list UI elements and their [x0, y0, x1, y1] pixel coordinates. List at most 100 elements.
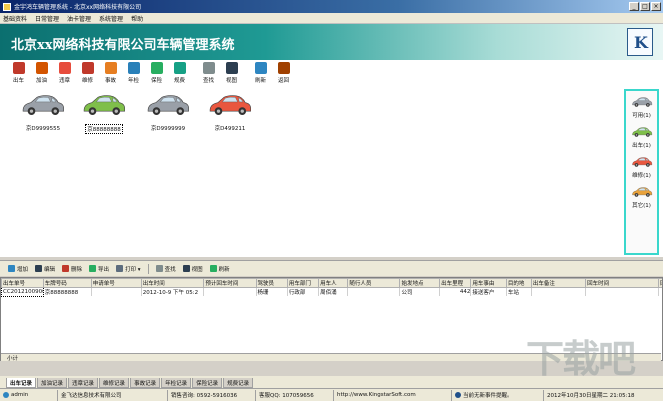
car-icon — [20, 92, 66, 120]
record-tab[interactable]: 出车记录 — [6, 378, 37, 388]
toolbar-button-4[interactable]: 事故 — [99, 60, 122, 86]
status-company: 金飞达信息技术有限公司 — [58, 389, 168, 401]
record-toolbar-button-1[interactable]: 编辑 — [33, 265, 57, 273]
vehicle-icon-area: 京D9999555 京88888888 京D9999999 京D499211 — [0, 87, 622, 255]
column-header[interactable]: 申请单号 — [90, 278, 142, 288]
record-toolbar-label: 视图 — [191, 266, 203, 273]
vehicle-overview: 京D9999555 京88888888 京D9999999 京D499211 可用(1… — [0, 87, 663, 257]
home-icon — [277, 62, 290, 74]
toolbar-button-2[interactable]: 违章 — [53, 60, 76, 86]
menu-daily-management[interactable]: 日常管理 — [35, 14, 59, 23]
column-header[interactable]: 车牌号码 — [42, 278, 92, 288]
table-cell — [203, 287, 257, 296]
column-header[interactable]: 用车人 — [318, 278, 349, 288]
toolbar-button-1[interactable]: 加油 — [30, 60, 53, 86]
toolbar-button-11[interactable]: 返回 — [272, 60, 295, 86]
table-cell: 442 — [439, 287, 472, 296]
table-cell — [531, 287, 587, 296]
record-tab[interactable]: 违章记录 — [68, 378, 99, 388]
table-cell: 车站 — [506, 287, 532, 296]
menu-basic-data[interactable]: 基础资料 — [3, 14, 27, 23]
status-filter-label: 其它(1) — [632, 203, 651, 209]
column-header[interactable]: 回车时间 — [585, 278, 660, 288]
record-toolbar-button-4[interactable]: 打印 ▾ — [114, 265, 143, 273]
toolbar-button-5[interactable]: 年检 — [122, 60, 145, 86]
menu-fuel-card[interactable]: 油卡管理 — [67, 14, 91, 23]
toolbar-button-8[interactable]: 查找 — [197, 60, 220, 86]
toolbar-button-3[interactable]: 维修 — [76, 60, 99, 86]
column-header[interactable]: 用车事由 — [470, 278, 507, 288]
close-button[interactable]: × — [651, 2, 661, 11]
toolbar-button-label: 违章 — [58, 78, 70, 84]
record-toolbar-button-5[interactable]: 查找 — [154, 265, 178, 273]
record-tab[interactable]: 事故记录 — [130, 378, 161, 388]
column-header[interactable]: 随行人员 — [347, 278, 401, 288]
status-qq: 客服QQ: 107059656 — [256, 389, 334, 401]
column-header[interactable]: 出车备注 — [530, 278, 587, 288]
find-icon — [202, 62, 215, 74]
menu-system[interactable]: 系统管理 — [99, 14, 123, 23]
record-toolbar-button-7[interactable]: 刷新 — [208, 265, 232, 273]
window-title: 金宇鸿车辆管理系统 - 北京xx网络科技有限公司 — [14, 4, 142, 11]
column-header[interactable]: 出车时间 — [140, 278, 205, 288]
inspection-icon — [127, 62, 140, 74]
status-filter-item[interactable]: 出车(1) — [631, 126, 653, 149]
banner-title: 北京xx网络科技有限公司车辆管理系统 — [11, 38, 235, 53]
status-filter-item[interactable]: 其它(1) — [631, 186, 653, 209]
status-website[interactable]: http://www.KingstarSoft.com — [334, 389, 452, 401]
fuel-icon — [35, 62, 48, 74]
record-tab[interactable]: 维修记录 — [99, 378, 130, 388]
column-header[interactable]: 始发地点 — [399, 278, 441, 288]
status-filter-item[interactable]: 可用(1) — [631, 96, 653, 119]
record-tab[interactable]: 保险记录 — [192, 378, 223, 388]
status-bar: admin 金飞达信息技术有限公司 销售咨询: 0592-5916036 客服Q… — [0, 388, 663, 401]
table-cell: 周佰涌 — [318, 287, 349, 296]
menu-help[interactable]: 帮助 — [131, 14, 143, 23]
status-user-name: admin — [11, 392, 29, 398]
column-header[interactable]: 出车单号 — [1, 278, 44, 288]
vehicle-card[interactable]: 京D499211 — [203, 92, 257, 132]
record-toolbar-button-6[interactable]: 视图 — [181, 265, 205, 273]
column-header[interactable]: 用车部门 — [286, 278, 320, 288]
toolbar-button-label: 维修 — [81, 78, 93, 84]
column-header[interactable]: 目的地 — [505, 278, 532, 288]
toolbar-button-10[interactable]: 刷新 — [249, 60, 272, 86]
table-cell — [585, 287, 660, 296]
toolbar-button-9[interactable]: 视图 — [220, 60, 243, 86]
toolbar-button-7[interactable]: 规费 — [168, 60, 191, 86]
toolbar-button-0[interactable]: 出车 — [7, 60, 30, 86]
record-tab[interactable]: 加油记录 — [37, 378, 68, 388]
vehicle-card[interactable]: 京D9999555 — [16, 92, 70, 132]
logo-letter: K — [634, 33, 648, 52]
edit-icon — [35, 265, 43, 272]
info-icon — [455, 392, 461, 398]
column-header[interactable]: 回车里程 — [658, 278, 662, 288]
vehicle-card[interactable]: 京88888888 — [77, 92, 131, 134]
toolbar-button-label: 年检 — [127, 78, 139, 84]
status-filter-item[interactable]: 维修(1) — [631, 156, 653, 179]
record-toolbar-button-0[interactable]: 增加 — [6, 265, 30, 273]
record-toolbar-label: 刷新 — [218, 266, 230, 273]
table-row[interactable]: CC20121009002京88888888 2012-10-9 下午 05:2 杨… — [1, 287, 662, 297]
toolbar-button-label: 视图 — [225, 78, 237, 84]
toolbar-button-label: 规费 — [173, 78, 185, 84]
record-toolbar-button-2[interactable]: 删除 — [60, 265, 84, 273]
maximize-button[interactable]: □ — [640, 2, 650, 11]
add-icon — [8, 265, 15, 272]
table-cell: 公司 — [399, 287, 441, 296]
column-header[interactable]: 预计回车时间 — [203, 278, 257, 288]
minimize-button[interactable]: _ — [629, 2, 639, 11]
table-cell — [658, 287, 662, 296]
app-icon — [3, 2, 11, 11]
record-toolbar-button-3[interactable]: 导出 — [87, 265, 111, 273]
column-header[interactable]: 出车里程 — [439, 278, 472, 288]
toolbar-button-label: 事故 — [104, 78, 116, 84]
record-toolbar: 增加 编辑 删除 导出 打印 ▾ 查找 视图 刷新 — [0, 260, 663, 276]
status-event: 当前无新事件提醒。 — [452, 389, 544, 401]
record-tab[interactable]: 规费记录 — [223, 378, 254, 388]
column-header[interactable]: 驾驶员 — [255, 278, 288, 288]
toolbar-button-6[interactable]: 保险 — [145, 60, 168, 86]
record-tab[interactable]: 年检记录 — [161, 378, 192, 388]
export-icon — [89, 265, 97, 272]
vehicle-card[interactable]: 京D9999999 — [141, 92, 195, 132]
